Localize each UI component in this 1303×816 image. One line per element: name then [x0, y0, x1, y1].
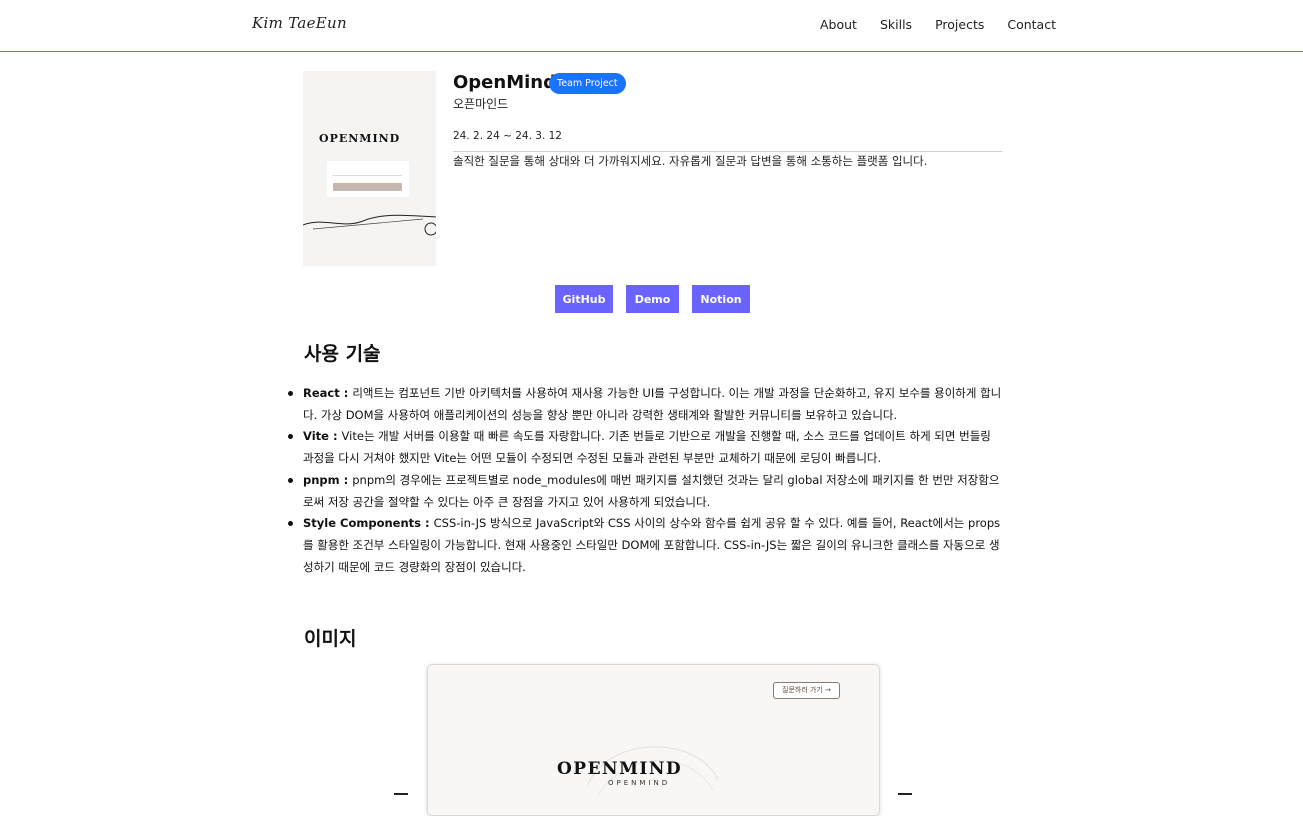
- nav-links: About Skills Projects Contact: [797, 17, 1056, 32]
- thumbnail-logo-text: OPENMIND: [319, 132, 401, 145]
- tech-name: Style Components :: [303, 516, 434, 531]
- thumbnail-button: [333, 183, 402, 191]
- thumbnail-card: [327, 161, 409, 197]
- tech-item-vite: Vite : Vite는 개발 서버를 이용할 때 빠른 속도를 자랑합니다. …: [288, 426, 1003, 469]
- tech-list: React : 리액트는 컴포넌트 기반 아키텍처를 사용하여 재사용 가능한 …: [288, 383, 1003, 578]
- nav-link-skills[interactable]: Skills: [880, 17, 912, 32]
- team-project-badge: Team Project: [549, 73, 626, 94]
- tech-name: Vite :: [303, 429, 342, 444]
- tech-text: Vite는 개발 서버를 이용할 때 빠른 속도를 자랑합니다. 기존 번들로 …: [303, 429, 991, 466]
- demo-button[interactable]: Demo: [626, 285, 679, 313]
- project-title: OpenMind: [453, 72, 556, 93]
- tech-section-title: 사용 기술: [304, 343, 381, 365]
- tech-item-style-components: Style Components : CSS-in-JS 방식으로 JavaSc…: [288, 513, 1003, 578]
- project-divider: [453, 151, 1002, 152]
- project-screenshot[interactable]: 질문하러 가기 → OPENMIND OPENMIND: [427, 664, 880, 816]
- nav-link-contact[interactable]: Contact: [1007, 17, 1056, 32]
- project-thumbnail: OPENMIND: [303, 71, 436, 266]
- carousel-prev-arrow[interactable]: [394, 793, 408, 795]
- images-section-title: 이미지: [304, 628, 357, 650]
- tech-item-react: React : 리액트는 컴포넌트 기반 아키텍처를 사용하여 재사용 가능한 …: [288, 383, 1003, 426]
- project-link-buttons: GitHub Demo Notion: [555, 285, 750, 313]
- project-date: 24. 2. 24 ~ 24. 3. 12: [453, 130, 562, 142]
- nav-link-projects[interactable]: Projects: [935, 17, 984, 32]
- tech-text: 리액트는 컴포넌트 기반 아키텍처를 사용하여 재사용 가능한 UI를 구성합니…: [303, 386, 1002, 422]
- thumbnail-wave-decoration: [303, 214, 436, 236]
- tech-name: React :: [303, 386, 353, 400]
- notion-button[interactable]: Notion: [692, 285, 750, 313]
- project-description: 솔직한 질문을 통해 상대와 더 가까워지세요. 자유롭게 질문과 답변을 통해…: [453, 154, 928, 168]
- screenshot-logo: OPENMIND: [557, 759, 683, 779]
- nav-link-about[interactable]: About: [820, 17, 857, 32]
- carousel-next-arrow[interactable]: [898, 793, 912, 795]
- top-navigation: Kim TaeEun About Skills Projects Contact: [0, 0, 1303, 52]
- thumbnail-input-line: [332, 169, 402, 176]
- github-button[interactable]: GitHub: [555, 285, 613, 313]
- site-logo[interactable]: Kim TaeEun: [252, 14, 347, 32]
- tech-name: pnpm :: [303, 472, 353, 487]
- project-subtitle: 오픈마인드: [453, 97, 509, 111]
- tech-text: pnpm의 경우에는 프로젝트별로 node_modules에 매번 패키지를 …: [303, 472, 1000, 509]
- tech-item-pnpm: pnpm : pnpm의 경우에는 프로젝트별로 node_modules에 매…: [288, 470, 1003, 513]
- screenshot-logo-sub: OPENMIND: [608, 779, 671, 787]
- screenshot-question-button: 질문하러 가기 →: [773, 682, 840, 699]
